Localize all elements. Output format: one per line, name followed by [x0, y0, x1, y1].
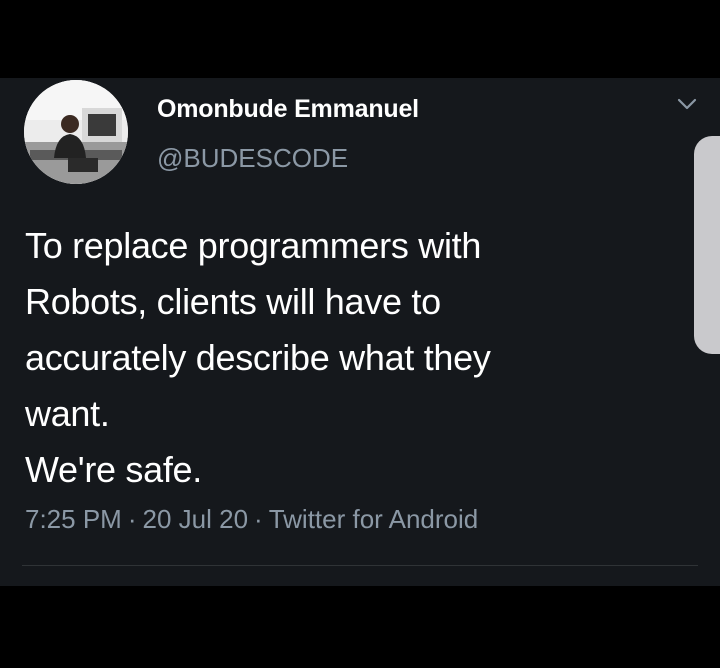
tweet-text-line: We're safe.	[25, 449, 202, 490]
tweet-time[interactable]: 7:25 PM	[25, 504, 122, 534]
tweet-date[interactable]: 20 Jul 20	[143, 504, 249, 534]
meta-separator: ·	[254, 504, 263, 534]
tweet-text-line: To replace programmers with	[25, 225, 482, 266]
tweet-text-line: Robots, clients will have to	[25, 281, 441, 322]
avatar[interactable]	[24, 80, 128, 184]
meta-separator: ·	[127, 504, 137, 534]
display-name[interactable]: Omonbude Emmanuel	[157, 95, 419, 124]
tweet-source[interactable]: Twitter for Android	[269, 504, 479, 534]
user-handle[interactable]: @BUDESCODE	[157, 143, 348, 174]
tweet-text-line: accurately describe what they	[25, 337, 491, 378]
tweet-meta: 7:25 PM · 20 Jul 20 · Twitter for Android	[25, 504, 478, 535]
tweet-text-line: want.	[25, 393, 110, 434]
tweet-text: To replace programmers with Robots, clie…	[25, 218, 665, 498]
tweet-card[interactable]: Omonbude Emmanuel @BUDESCODE To replace …	[0, 78, 720, 586]
divider	[22, 565, 698, 566]
scrollbar-thumb[interactable]	[694, 136, 720, 354]
screenshot-frame: Omonbude Emmanuel @BUDESCODE To replace …	[0, 0, 720, 668]
chevron-down-icon[interactable]	[676, 96, 698, 112]
profile-photo-icon	[24, 80, 128, 184]
